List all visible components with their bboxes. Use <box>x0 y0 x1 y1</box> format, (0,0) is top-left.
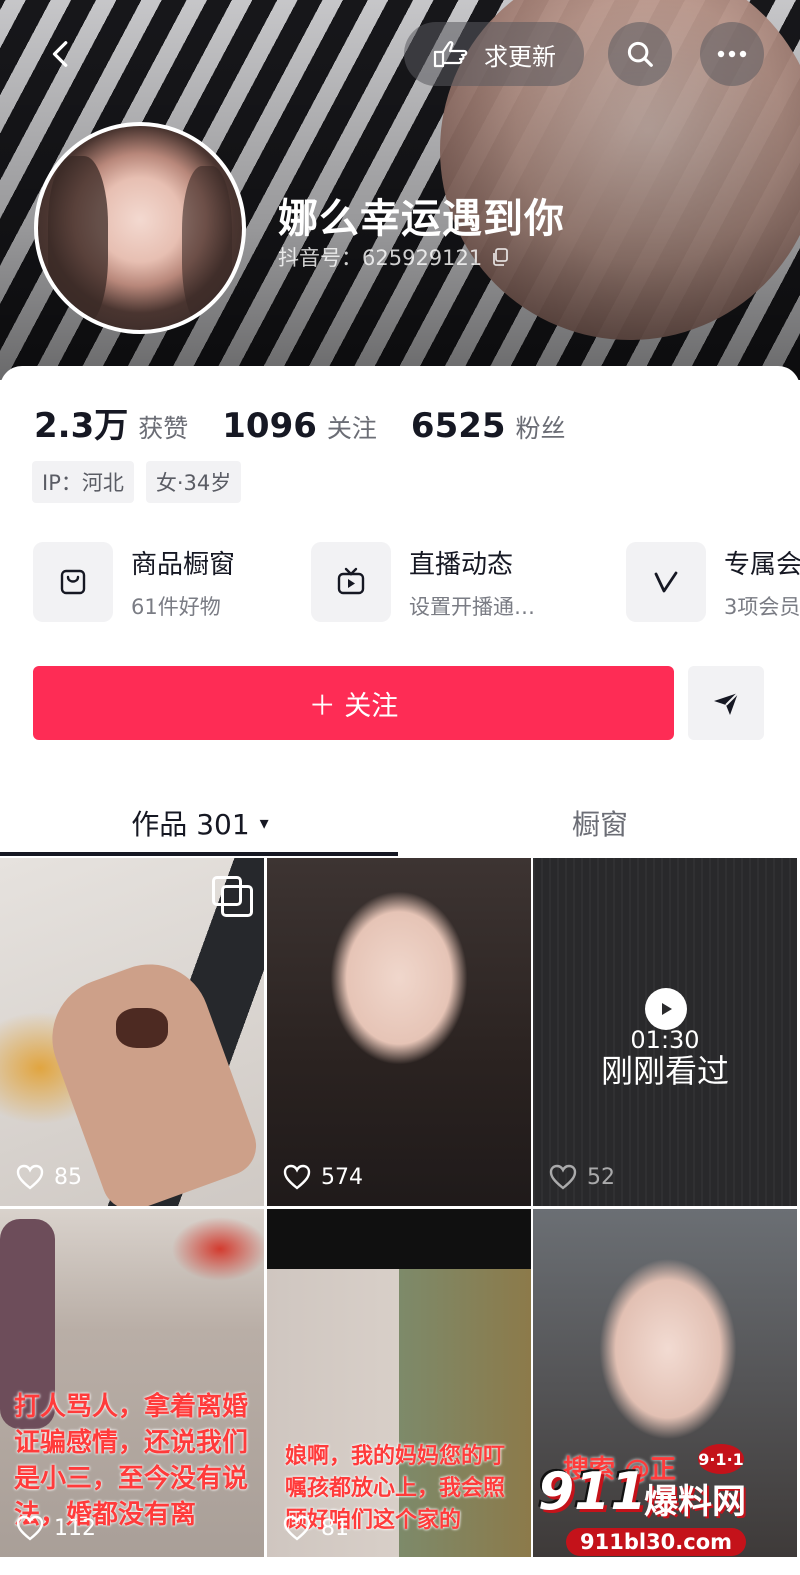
heart-icon <box>283 1515 311 1541</box>
like-count: 574 <box>283 1164 363 1190</box>
play-icon[interactable] <box>645 988 687 1030</box>
tv-icon <box>337 567 365 595</box>
send-message-button[interactable] <box>688 666 764 740</box>
shortcut-title: 专属会 <box>724 549 800 580</box>
heart-icon <box>549 1164 577 1190</box>
search-icon <box>627 41 653 67</box>
douyin-id-text: 抖音号：625929121 <box>278 246 483 270</box>
profile-card: 2.3万 获赞 1096 关注 6525 粉丝 IP：河北 女·34岁 商品橱窗… <box>0 366 800 866</box>
caret-down-icon: ▾ <box>259 812 269 834</box>
video-thumbnail[interactable]: 娘啊，我的妈妈您的叮嘱孩都放心上，我会照顾好咱们这个家的 81 <box>267 1209 531 1557</box>
profile-nickname: 娜么幸运遇到你 <box>278 196 565 242</box>
gender-age-tag: 女·34岁 <box>145 461 242 503</box>
chevron-left-icon <box>52 41 68 67</box>
douyin-id[interactable]: 抖音号：625929121 <box>278 242 510 272</box>
search-button[interactable] <box>608 22 672 86</box>
shortcut-subtitle: 3项会员 <box>724 594 800 619</box>
v-badge-icon <box>654 571 678 593</box>
likes-label: 获赞 <box>138 414 189 443</box>
video-thumbnail[interactable]: 打人骂人，拿着离婚证骗感情，还说我们是小三，至今没有说法，婚都没有离 112 <box>0 1209 264 1557</box>
follow-button[interactable]: ＋ 关注 <box>33 666 674 740</box>
following-count[interactable]: 1096 <box>222 406 317 446</box>
send-icon <box>714 692 739 715</box>
video-thumbnail[interactable]: 01:30 刚刚看过 52 <box>533 858 797 1206</box>
like-count: 81 <box>283 1515 349 1541</box>
video-thumbnail[interactable]: 574 <box>267 858 531 1206</box>
shortcut-membership[interactable]: 专属会 3项会员 <box>626 542 800 622</box>
shortcut-title: 直播动态 <box>409 549 514 580</box>
tab-shop-window[interactable]: 橱窗 <box>400 790 800 856</box>
heart-icon <box>16 1515 44 1541</box>
followers-label[interactable]: 粉丝 <box>516 409 566 445</box>
video-caption: 打人骂人，拿着离婚证骗感情，还说我们是小三，至今没有说法，婚都没有离 <box>14 1392 249 1530</box>
avatar[interactable] <box>34 122 246 334</box>
request-update-label: 求更新 <box>484 42 556 71</box>
copy-icon[interactable] <box>490 247 510 267</box>
request-update-button[interactable]: 求更新 <box>404 22 584 86</box>
recently-viewed-label: 刚刚看过 <box>600 1052 729 1090</box>
like-count: 112 <box>16 1515 96 1541</box>
tab-works-label: 作品 301 <box>131 808 250 841</box>
tab-active-indicator <box>0 852 398 856</box>
profile-tags: IP：河北 女·34岁 <box>32 461 242 503</box>
shortcut-title: 商品橱窗 <box>131 549 236 580</box>
pointing-hand-icon <box>433 41 468 68</box>
site-watermark-logo: 911 爆料网 9·1·1 911bl30.com <box>538 1444 786 1566</box>
likes-count: 2.3万 <box>34 406 129 446</box>
followers-count[interactable]: 6525 <box>411 406 506 446</box>
video-thumbnail[interactable]: 85 <box>0 858 264 1206</box>
back-button[interactable] <box>30 22 94 86</box>
heart-icon <box>283 1164 311 1190</box>
like-count: 52 <box>549 1164 615 1190</box>
shortcut-subtitle: 设置开播通… <box>409 594 535 619</box>
shortcut-row: 商品橱窗 61件好物 直播动态 设置开播通… 专属会 3项会员 <box>33 542 800 626</box>
profile-stats: 2.3万 获赞 1096 关注 6525 粉丝 <box>34 398 600 447</box>
heart-icon <box>16 1164 44 1190</box>
like-count: 85 <box>16 1164 82 1190</box>
shortcut-shop-window[interactable]: 商品橱窗 61件好物 <box>33 542 235 622</box>
ip-tag: IP：河北 <box>32 461 134 503</box>
shortcut-live[interactable]: 直播动态 设置开播通… <box>311 542 535 622</box>
following-label[interactable]: 关注 <box>327 409 377 445</box>
more-button[interactable] <box>700 22 764 86</box>
multi-image-icon <box>212 876 253 917</box>
tab-works[interactable]: 作品 301 ▾ <box>0 790 400 856</box>
shortcut-subtitle: 61件好物 <box>131 594 221 619</box>
more-dots-icon <box>717 50 747 58</box>
shopping-bag-icon <box>60 569 86 595</box>
